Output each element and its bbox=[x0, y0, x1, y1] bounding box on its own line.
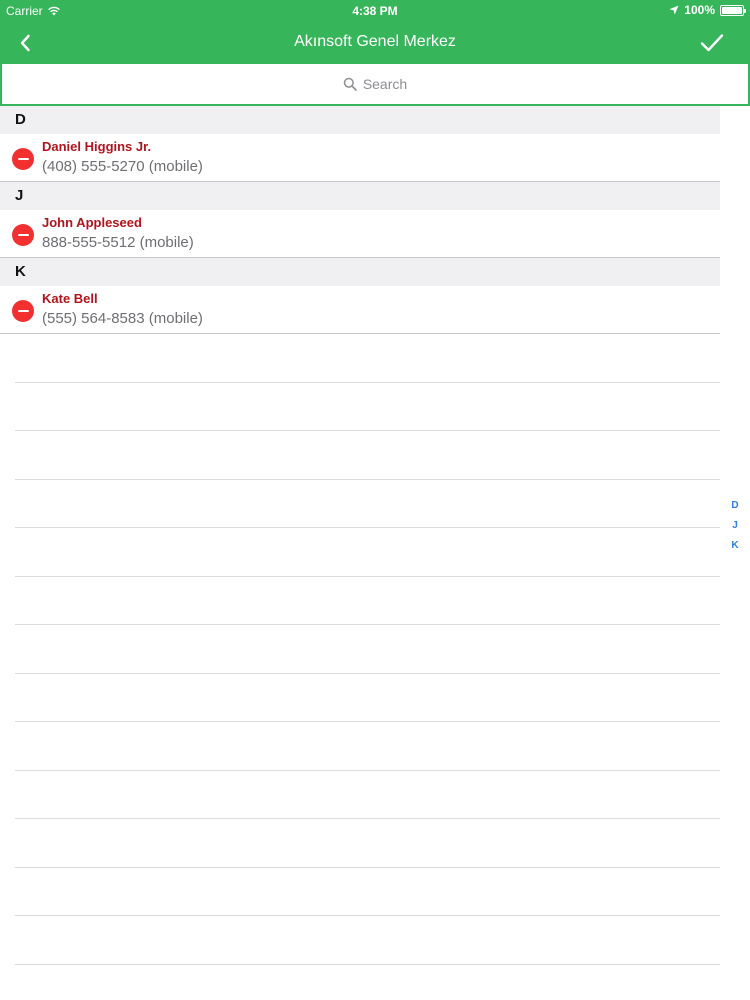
empty-row bbox=[15, 431, 720, 480]
section-header-j: J bbox=[0, 182, 720, 210]
empty-row bbox=[15, 383, 720, 431]
contact-name: John Appleseed bbox=[42, 215, 142, 230]
status-bar: Carrier 4:38 PM 100% bbox=[0, 0, 750, 22]
empty-row bbox=[15, 722, 720, 771]
minus-icon bbox=[17, 234, 29, 236]
empty-row bbox=[15, 480, 720, 528]
contact-phone: (408) 555-5270 (mobile) bbox=[42, 158, 203, 175]
contact-phone: (555) 564-8583 (mobile) bbox=[42, 310, 203, 327]
minus-icon bbox=[17, 158, 29, 160]
page-title: Akınsoft Genel Merkez bbox=[294, 33, 456, 50]
minus-icon bbox=[17, 310, 29, 312]
empty-row bbox=[15, 577, 720, 625]
index-letter-j[interactable]: J bbox=[732, 520, 738, 531]
chevron-left-icon bbox=[20, 34, 30, 52]
empty-row bbox=[15, 528, 720, 577]
contact-name: Kate Bell bbox=[42, 291, 98, 306]
section-header-d: D bbox=[0, 106, 720, 134]
search-icon bbox=[343, 77, 357, 91]
empty-row bbox=[15, 625, 720, 674]
empty-row bbox=[15, 819, 720, 868]
contact-list: D Daniel Higgins Jr. (408) 555-5270 (mob… bbox=[0, 106, 720, 965]
contact-row[interactable]: John Appleseed 888-555-5512 (mobile) bbox=[0, 210, 720, 258]
search-bar: Search bbox=[0, 64, 750, 106]
contact-row[interactable]: Daniel Higgins Jr. (408) 555-5270 (mobil… bbox=[0, 134, 720, 182]
status-right: 100% bbox=[669, 3, 746, 17]
back-button[interactable] bbox=[12, 30, 38, 56]
search-input[interactable]: Search bbox=[2, 64, 748, 104]
index-letter-k[interactable]: K bbox=[731, 540, 738, 551]
battery-percent: 100% bbox=[684, 3, 715, 17]
search-placeholder: Search bbox=[362, 76, 408, 92]
empty-row bbox=[15, 771, 720, 819]
status-time: 4:38 PM bbox=[352, 4, 398, 18]
checkmark-icon bbox=[700, 34, 724, 52]
navigation-bar: Akınsoft Genel Merkez bbox=[0, 22, 750, 64]
section-header-k: K bbox=[0, 258, 720, 286]
index-letter-d[interactable]: D bbox=[731, 500, 738, 511]
empty-row bbox=[15, 916, 720, 965]
contact-phone: 888-555-5512 (mobile) bbox=[42, 234, 194, 251]
battery-icon bbox=[720, 4, 746, 16]
empty-row bbox=[15, 334, 720, 383]
delete-contact-button[interactable] bbox=[12, 148, 34, 170]
location-arrow-icon bbox=[669, 5, 679, 15]
delete-contact-button[interactable] bbox=[12, 300, 34, 322]
delete-contact-button[interactable] bbox=[12, 224, 34, 246]
section-index: D J K bbox=[728, 500, 742, 551]
contact-name: Daniel Higgins Jr. bbox=[42, 139, 152, 154]
contact-row[interactable]: Kate Bell (555) 564-8583 (mobile) bbox=[0, 286, 720, 334]
empty-row bbox=[15, 674, 720, 722]
empty-row bbox=[15, 868, 720, 916]
done-button[interactable] bbox=[698, 29, 726, 57]
